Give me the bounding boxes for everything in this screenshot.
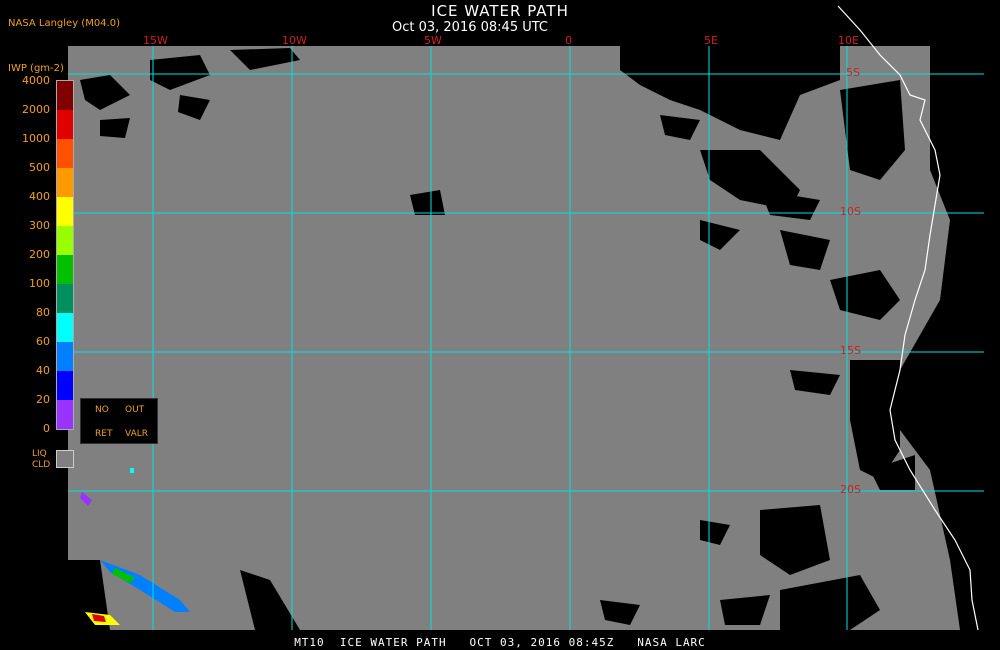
color-scale-label: 60	[36, 335, 50, 348]
color-scale-swatch	[57, 400, 73, 429]
color-scale-swatch	[57, 110, 73, 139]
out-valr-label-1: OUT	[125, 405, 145, 415]
lat-label-20s: 20S	[840, 483, 861, 496]
no-ret-label-1: NO	[95, 405, 109, 415]
color-scale-label: 100	[29, 277, 50, 290]
cld-label: CLD	[32, 460, 51, 470]
color-scale-label: 1000	[22, 132, 50, 145]
liq-label: LIQ	[32, 449, 47, 459]
lat-label-5s: 5S	[846, 66, 860, 79]
color-scale-label: 0	[43, 422, 50, 435]
color-scale-label: 300	[29, 219, 50, 232]
lon-label-10w: 10W	[282, 34, 307, 47]
color-scale-swatch	[57, 168, 73, 197]
color-scale-swatch	[57, 313, 73, 342]
lat-label-10s: 10S	[840, 205, 861, 218]
ice-water-path-map	[68, 5, 984, 631]
color-scale-label: 80	[36, 306, 50, 319]
color-scale-label: 40	[36, 364, 50, 377]
color-scale-label: 400	[29, 190, 50, 203]
no-retrieval-box: NO OUT RET VALR	[80, 398, 158, 444]
lon-label-5e: 5E	[704, 34, 718, 47]
color-scale-swatch	[57, 226, 73, 255]
lon-label-15w: 15W	[143, 34, 168, 47]
lat-label-15s: 15S	[840, 344, 861, 357]
source-label: NASA Langley (M04.0)	[8, 18, 120, 29]
footer-caption: MT10 ICE WATER PATH OCT 03, 2016 08:45Z …	[294, 636, 706, 649]
color-scale	[56, 80, 74, 430]
lon-label-0: 0	[565, 34, 572, 47]
legend-unit: IWP (gm-2)	[8, 63, 64, 74]
color-scale-label: 2000	[22, 103, 50, 116]
color-scale-label: 200	[29, 248, 50, 261]
color-scale-swatch	[57, 81, 73, 110]
color-scale-swatch	[57, 342, 73, 371]
no-ret-label-2: RET	[95, 429, 113, 439]
lon-label-10e: 10E	[838, 34, 859, 47]
liq-cld-label: LIQ CLD	[32, 449, 52, 471]
color-scale-swatch	[57, 139, 73, 168]
color-scale-swatch	[57, 255, 73, 284]
chart-subtitle: Oct 03, 2016 08:45 UTC	[392, 20, 548, 35]
color-scale-swatch	[57, 284, 73, 313]
color-scale-swatch	[57, 197, 73, 226]
lon-label-5w: 5W	[424, 34, 442, 47]
out-valr-label-2: VALR	[125, 429, 149, 439]
chart-title: ICE WATER PATH	[431, 2, 569, 20]
color-scale-label: 20	[36, 393, 50, 406]
liq-cld-swatch	[56, 450, 74, 468]
color-scale-label: 500	[29, 161, 50, 174]
color-scale-label: 4000	[22, 74, 50, 87]
color-scale-swatch	[57, 371, 73, 400]
